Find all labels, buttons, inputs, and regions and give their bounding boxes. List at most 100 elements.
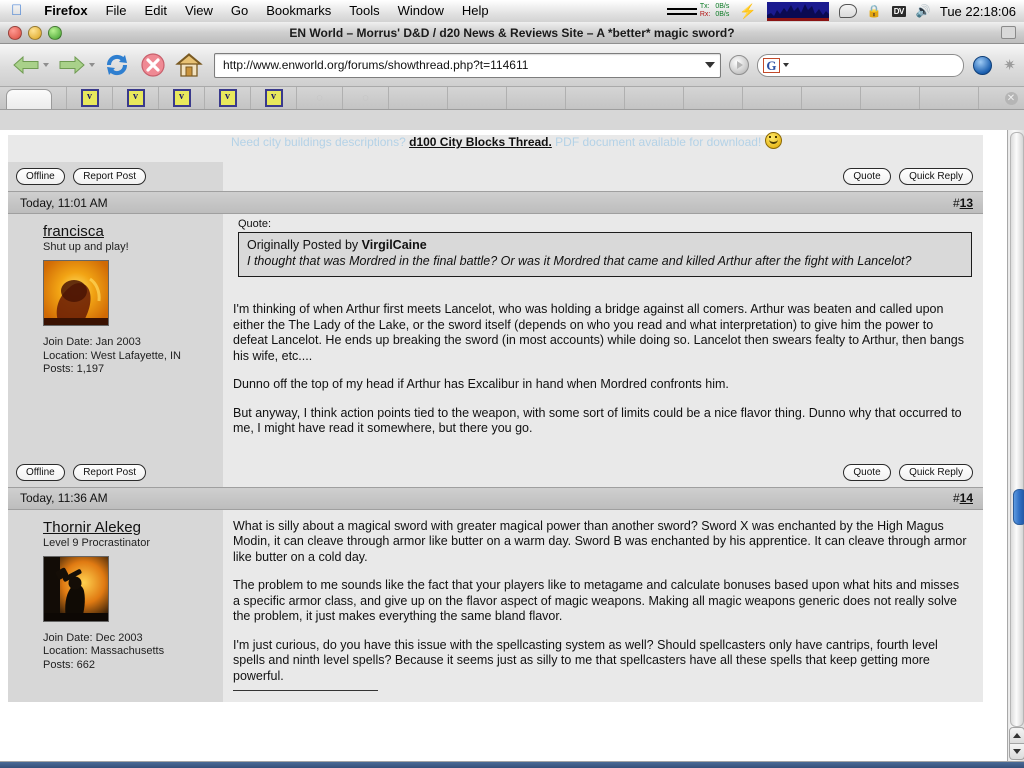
dv-icon[interactable]: DV <box>887 0 911 22</box>
post-header-row-13: Today, 11:01 AM #13 <box>8 191 983 214</box>
lock-icon[interactable]: 🔒 <box>862 0 887 22</box>
home-button[interactable] <box>172 50 206 80</box>
signature-divider <box>233 690 378 691</box>
post-content-cell-13: Quote: Originally Posted by VirgilCaine … <box>223 214 983 448</box>
quote-author-13: VirgilCaine <box>361 238 427 252</box>
stop-button[interactable] <box>136 50 170 80</box>
forward-arrow-icon <box>57 53 87 77</box>
quick-reply-button[interactable]: Quick Reply <box>899 168 973 185</box>
forward-history-caret-icon[interactable] <box>89 63 95 67</box>
forward-button[interactable] <box>54 53 98 77</box>
join-date-14: Join Date: Dec 2003 <box>43 631 143 644</box>
menu-window[interactable]: Window <box>389 1 453 21</box>
back-button[interactable] <box>8 53 52 77</box>
bookmarks-spacer <box>389 87 998 109</box>
avatar-13[interactable] <box>43 260 109 326</box>
avatar-14[interactable] <box>43 555 109 622</box>
bookmarks-toolbar: v v v v v ◌ ◌ ✕ <box>0 87 1024 110</box>
volume-icon[interactable]: 🔊 <box>911 0 936 22</box>
menu-firefox[interactable]: Firefox <box>35 1 96 21</box>
triangle-down-icon <box>1013 749 1021 754</box>
warrior-avatar-icon <box>44 556 108 621</box>
vertical-scrollbar[interactable] <box>1007 130 1024 761</box>
network-monitor-icon[interactable]: Tx: Rx: 0B/s 0B/s <box>662 0 735 22</box>
bookmark-item-5[interactable]: ◌ <box>297 87 343 109</box>
quote-by-prefix-13: Originally Posted by <box>247 238 359 252</box>
back-arrow-icon <box>11 53 41 77</box>
post-header-13: Today, 11:01 AM #13 <box>8 191 983 214</box>
post-author-title-13: Shut up and play! <box>43 241 129 253</box>
scroll-down-button[interactable] <box>1009 744 1024 760</box>
power-bolt-icon[interactable]: ⚡ <box>734 0 761 22</box>
bookmark-item-3[interactable]: v <box>205 87 251 109</box>
post-userinfo-cell-13: francisca Shut up and play! Join Date: J… <box>8 214 223 448</box>
address-bar[interactable]: http://www.enworld.org/forums/showthread… <box>214 52 722 78</box>
report-post-button[interactable]: Report Post <box>73 168 146 185</box>
menu-bookmarks[interactable]: Bookmarks <box>257 1 340 21</box>
post-right-buttons-13: Quote Quick Reply <box>223 447 983 487</box>
vbulletin-icon: v <box>126 89 145 107</box>
menu-help[interactable]: Help <box>453 1 498 21</box>
vbulletin-icon: v <box>172 89 191 107</box>
post-number-13[interactable]: #13 <box>953 196 973 210</box>
stop-icon <box>141 53 165 77</box>
menu-edit[interactable]: Edit <box>136 1 176 21</box>
url-text[interactable]: http://www.enworld.org/forums/showthread… <box>215 58 700 72</box>
bookmark-item-1[interactable]: v <box>113 87 159 109</box>
offline-button[interactable]: Offline <box>16 168 65 185</box>
apple-logo-icon[interactable]:  <box>11 3 22 18</box>
menu-go[interactable]: Go <box>222 1 257 21</box>
post-paragraph: Dunno off the top of my head if Arthur h… <box>233 377 729 391</box>
post-paragraph: But anyway, I think action points tied t… <box>233 405 962 436</box>
search-input[interactable] <box>788 58 964 72</box>
grin-smiley-icon <box>764 132 782 149</box>
cpu-monitor-icon[interactable] <box>762 0 834 22</box>
scroll-up-button[interactable] <box>1009 727 1024 744</box>
scrollbar-track[interactable] <box>1010 132 1024 727</box>
post-number-14[interactable]: #14 <box>953 491 973 505</box>
search-bar[interactable]: G <box>757 53 965 77</box>
quick-reply-button[interactable]: Quick Reply <box>899 463 973 481</box>
post-author-13[interactable]: francisca <box>43 223 212 240</box>
report-post-button[interactable]: Report Post <box>73 463 146 481</box>
menubar-status-items: Tx: Rx: 0B/s 0B/s ⚡ 🔒 DV � <box>662 0 1024 22</box>
window-titlebar[interactable]: EN World – Morrus' D&D / d20 News & Revi… <box>0 22 1024 44</box>
post-timestamp-13: Today, 11:01 AM <box>20 195 108 210</box>
menubar-clock[interactable]: Tue 22:18:06 <box>936 4 1024 19</box>
post-header-cell-14: Today, 11:36 AM #14 <box>8 486 983 510</box>
menu-view[interactable]: View <box>176 1 222 21</box>
quote-attribution-13: Originally Posted by VirgilCaine <box>247 238 963 254</box>
scrollbar-thumb[interactable] <box>1013 489 1024 525</box>
signature-link[interactable]: d100 City Blocks Thread. <box>409 135 552 149</box>
explosion-avatar-icon <box>44 261 108 325</box>
post-paragraph: I'm thinking of when Arthur first meets … <box>233 302 964 363</box>
bookmark-item-4[interactable]: v <box>251 87 297 109</box>
throbber-icon: ✷ <box>1003 56 1016 74</box>
globe-icon[interactable] <box>973 55 993 75</box>
close-tab-button[interactable]: ✕ <box>998 87 1024 109</box>
previous-post-right-buttons: Quote Quick Reply <box>223 162 983 191</box>
location-13: Location: West Lafayette, IN <box>43 349 181 362</box>
bookmark-item-2[interactable]: v <box>159 87 205 109</box>
post-number-value-13: 13 <box>959 195 973 210</box>
bookmark-item-6[interactable]: ◌ <box>343 87 389 109</box>
post-buttons-row-13: Offline Report Post Quote Quick Reply <box>8 447 983 487</box>
menu-file[interactable]: File <box>97 1 136 21</box>
offline-button[interactable]: Offline <box>16 463 65 481</box>
go-button[interactable] <box>729 55 750 75</box>
reload-button[interactable] <box>100 50 134 80</box>
join-date-13: Join Date: Jan 2003 <box>43 336 141 348</box>
url-dropdown-button[interactable] <box>700 62 720 68</box>
chevron-down-icon <box>705 62 716 68</box>
browser-tab[interactable] <box>6 89 52 109</box>
menu-tools[interactable]: Tools <box>340 1 388 21</box>
location-14: Location: Massachusetts <box>43 645 165 657</box>
bookmark-item-0[interactable]: v <box>66 87 113 109</box>
back-history-caret-icon[interactable] <box>43 63 49 67</box>
forum-post-table: Need city buildings descriptions? d100 C… <box>8 130 983 702</box>
speech-bubble-icon[interactable] <box>834 0 862 22</box>
google-search-icon[interactable]: G <box>763 57 780 73</box>
post-author-14[interactable]: Thornir Alekeg <box>43 519 212 536</box>
quote-button[interactable]: Quote <box>843 168 891 185</box>
quote-button[interactable]: Quote <box>843 463 891 481</box>
